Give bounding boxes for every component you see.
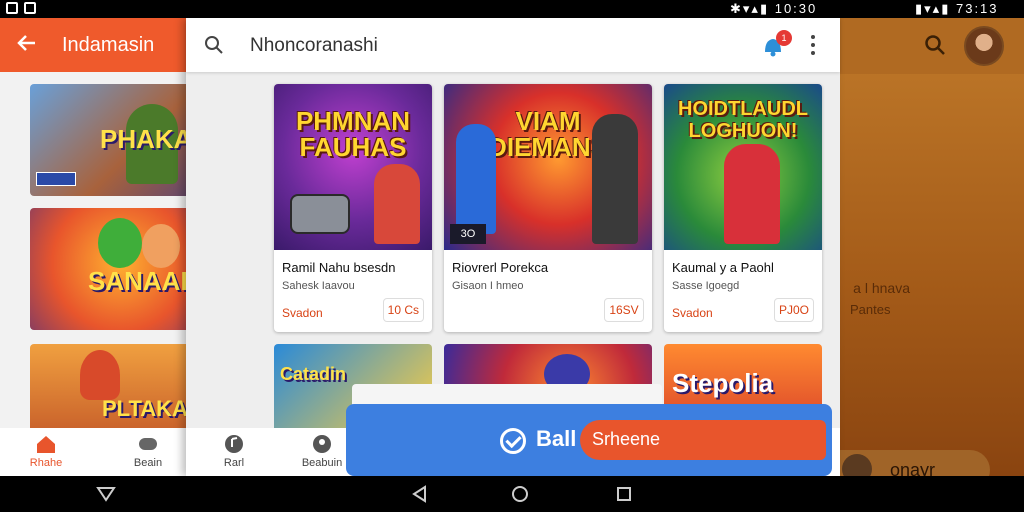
check-circle-icon [500, 428, 526, 454]
game-object [290, 194, 350, 234]
game-character [592, 114, 638, 244]
game-name: Riovrerl Porekca [452, 260, 549, 275]
status-time-right: ▮▾▴▮ 73:13 [915, 1, 999, 16]
game-subtitle: Sahesk Iaavou [282, 280, 355, 292]
app-notification-icon [24, 2, 36, 14]
status-bar: ✱▾▴▮ 10:30 ▮▾▴▮ 73:13 [0, 0, 1024, 18]
game-art: PHMNAN FAUHAS [274, 84, 432, 250]
price-button[interactable]: PJ0O [773, 298, 814, 322]
left-app-title: Indamasin [62, 34, 155, 56]
game-art [98, 218, 142, 268]
nav-item-home[interactable]: Rhahe [16, 434, 76, 469]
back-icon[interactable] [410, 484, 430, 504]
game-subtitle: Sasse Igoegd [672, 280, 740, 292]
nav-item-music[interactable]: Rarl [204, 434, 264, 469]
search-input[interactable]: Nhoncoranashi [250, 35, 378, 57]
sheet-handle [352, 384, 662, 406]
game-tag: Svadon [282, 306, 323, 320]
profile-icon [313, 435, 331, 453]
game-character [724, 144, 780, 244]
back-arrow-icon[interactable] [16, 32, 38, 60]
tile-label: PHAKAI [100, 124, 200, 154]
keyboard-hide-icon[interactable] [96, 484, 116, 504]
notification-badge: 1 [776, 30, 792, 46]
game-subtitle: Gisaon I hmeo [452, 280, 524, 292]
game-art: VIAM DIEMANS 3O [444, 84, 652, 250]
right-app-window[interactable]: a l hnava Pantes onayr [840, 18, 1024, 490]
nav-item-search[interactable]: Beain [118, 434, 178, 469]
game-badge: 3O [450, 224, 486, 244]
game-art-title: PHMNAN FAUHAS [295, 106, 411, 162]
tile-label: Stepolia [672, 368, 774, 398]
price-button[interactable]: 16SV [604, 298, 644, 322]
game-tag: Svadon [672, 306, 713, 320]
home-icon[interactable] [510, 484, 530, 504]
system-nav-bar [0, 476, 1024, 512]
game-character [374, 164, 420, 244]
game-name: Ramil Nahu bsesdn [282, 260, 396, 275]
game-card[interactable]: HOIDTLAUDL LOGHUON! Kaumal y a Paohl Sas… [664, 84, 822, 332]
game-art: HOIDTLAUDL LOGHUON! [664, 84, 822, 250]
game-art [80, 350, 120, 400]
tile-label: Catadin [280, 364, 347, 384]
game-card[interactable]: VIAM DIEMANS 3O Riovrerl Porekca Gisaon … [444, 84, 652, 332]
right-app-text: Pantes [850, 302, 891, 317]
signal-icons: ▮▾▴▮ [915, 1, 956, 16]
gamepad-icon [139, 438, 157, 450]
action-button[interactable]: Srheene [580, 420, 826, 460]
search-icon[interactable] [204, 35, 224, 55]
music-icon [225, 435, 243, 453]
more-vert-icon[interactable] [810, 34, 816, 56]
price-button[interactable]: 10 Cs [382, 298, 424, 322]
game-art [142, 224, 180, 268]
notification-icons [6, 2, 36, 14]
action-bar[interactable]: Ball Srheene [346, 404, 832, 476]
bluetooth-icon: ✱▾▴▮ [730, 1, 775, 16]
search-bar: Nhoncoranashi 1 [186, 18, 840, 72]
ball-label: Ball [536, 426, 577, 451]
search-icon[interactable] [924, 34, 946, 62]
nav-item-profile[interactable]: Beabuin [292, 434, 352, 469]
status-time-center: ✱▾▴▮ 10:30 [730, 1, 818, 16]
recents-icon[interactable] [614, 484, 634, 504]
avatar[interactable] [964, 26, 1004, 66]
game-art-title: HOIDTLAUDL LOGHUON! [678, 98, 808, 142]
home-icon [37, 436, 55, 453]
screen: ✱▾▴▮ 10:30 ▮▾▴▮ 73:13 a l hnava Pantes o… [0, 0, 1024, 512]
app-notification-icon [6, 2, 18, 14]
game-card[interactable]: PHMNAN FAUHAS Ramil Nahu bsesdn Sahesk I… [274, 84, 432, 332]
right-app-text: a l hnava [853, 280, 910, 296]
tile-badge [36, 172, 76, 186]
tile-label: SANAAI [88, 266, 188, 296]
game-name: Kaumal y a Paohl [672, 260, 774, 275]
game-character [456, 124, 496, 234]
